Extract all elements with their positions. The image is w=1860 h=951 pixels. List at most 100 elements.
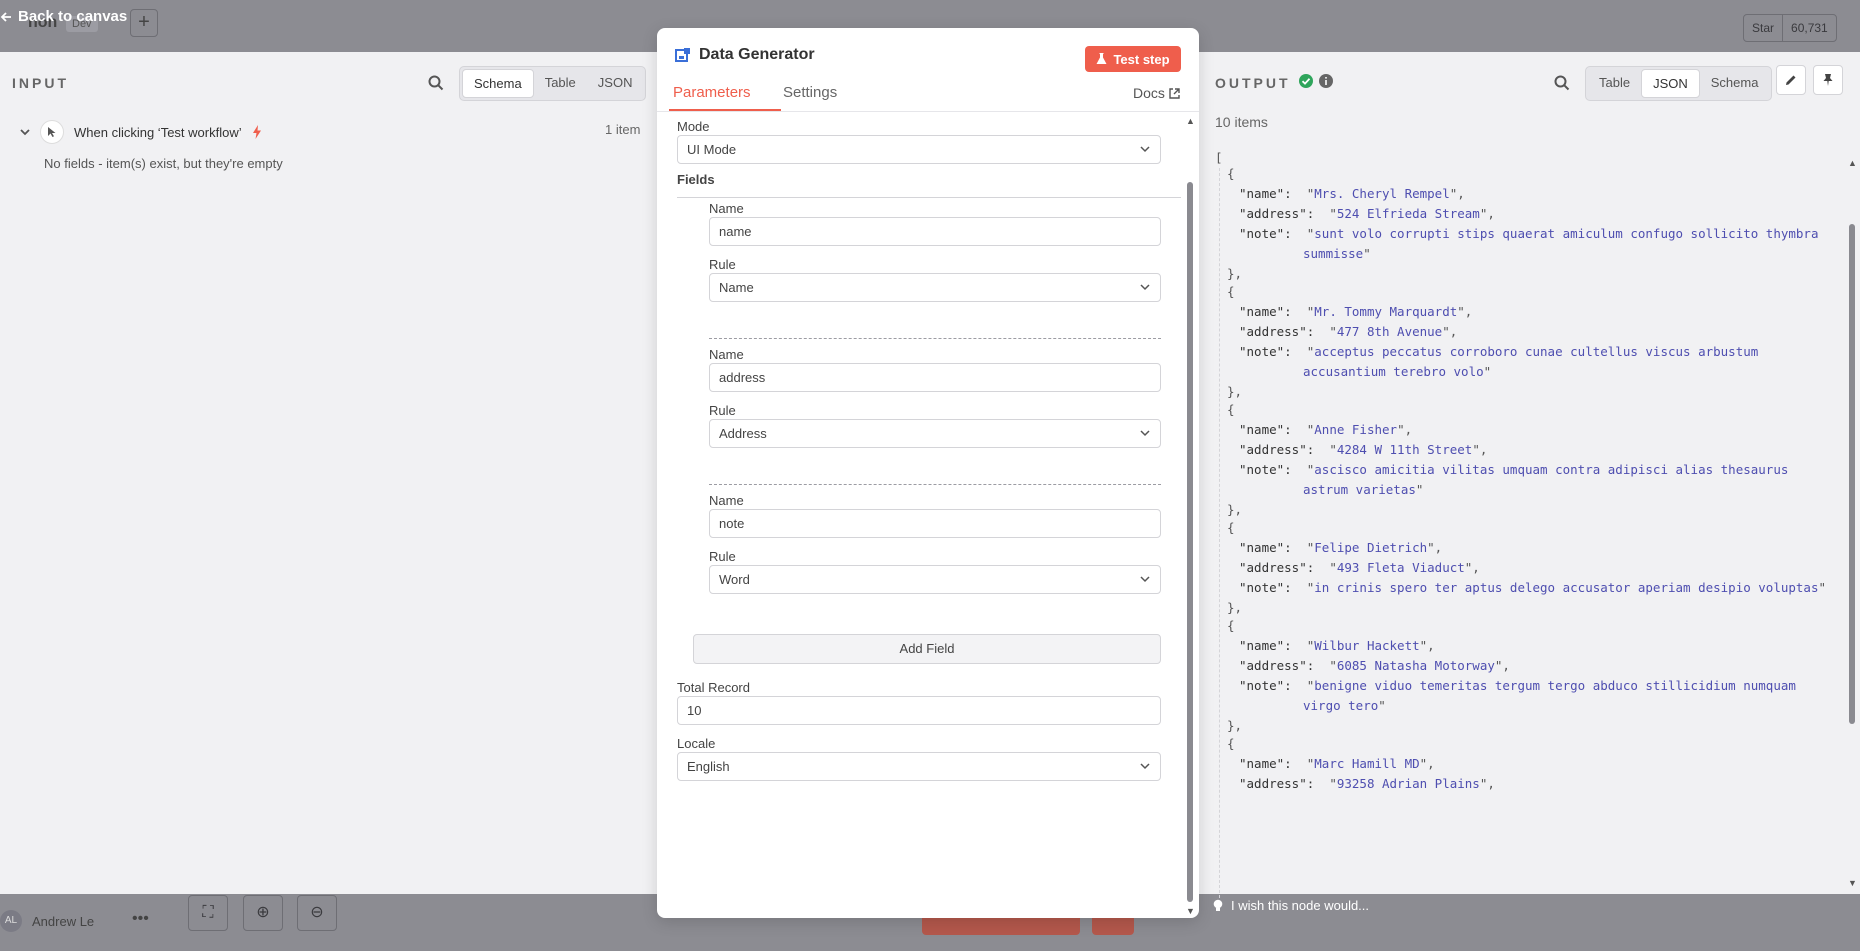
locale-value: English — [687, 759, 730, 774]
json-value: Mrs. Cheryl Rempel — [1314, 186, 1450, 201]
json-brace: { — [1227, 736, 1235, 751]
feedback-text: I wish this node would... — [1231, 898, 1370, 913]
json-row: "address": "493 Fleta Viaduct", — [1239, 560, 1480, 575]
field-separator — [709, 338, 1161, 339]
search-icon[interactable] — [427, 74, 445, 92]
json-brace: { — [1227, 284, 1235, 299]
node-parameters-modal: Data Generator Test step Parameters Sett… — [657, 28, 1199, 918]
fit-view-icon: ⛶ — [188, 895, 228, 931]
json-value: 477 8th Avenue — [1336, 324, 1443, 339]
json-row: "name": "Felipe Dietrich", — [1239, 540, 1443, 555]
json-value: Wilbur Hackett — [1314, 638, 1420, 653]
json-value: Felipe Dietrich — [1314, 540, 1428, 555]
json-value: astrum varietas — [1303, 482, 1416, 497]
json-brace: { — [1227, 166, 1235, 181]
params-scroll-down[interactable]: ▼ — [1186, 906, 1195, 916]
input-tab-json[interactable]: JSON — [587, 69, 644, 98]
json-brace: { — [1227, 618, 1235, 633]
params-scrollbar[interactable] — [1187, 182, 1193, 902]
json-value: 93258 Adrian Plains — [1336, 776, 1480, 791]
total-record-value: 10 — [687, 703, 702, 718]
field-name-input[interactable]: note — [709, 509, 1161, 538]
json-brace: { — [1227, 520, 1235, 535]
json-brace: }, — [1227, 266, 1243, 281]
json-row: "name": "Wilbur Hackett", — [1239, 638, 1435, 653]
input-tab-table[interactable]: Table — [534, 69, 587, 98]
add-field-button[interactable]: Add Field — [693, 634, 1161, 664]
json-value: benigne viduo temeritas tergum tergo abd… — [1314, 678, 1796, 693]
data-generator-icon — [675, 48, 690, 62]
output-tab-json[interactable]: JSON — [1641, 69, 1700, 98]
trigger-node-row[interactable]: When clicking ‘Test workflow’ — [20, 120, 262, 144]
info-icon[interactable] — [1319, 74, 1333, 88]
docs-link[interactable]: Docs — [1133, 85, 1180, 101]
chevron-down-icon — [1140, 576, 1150, 583]
json-value: 4284 W 11th Street — [1336, 442, 1473, 457]
field-rule-select[interactable]: Name — [709, 273, 1161, 302]
docs-label: Docs — [1133, 85, 1165, 101]
field-rule-value: Word — [719, 572, 750, 587]
json-value: 524 Elfrieda Stream — [1336, 206, 1480, 221]
json-value: virgo tero — [1303, 698, 1379, 713]
input-tab-schema[interactable]: Schema — [462, 69, 534, 98]
user-name: Andrew Le — [32, 913, 95, 929]
chevron-down-icon — [1140, 284, 1150, 291]
field-name-input[interactable]: name — [709, 217, 1161, 246]
flask-icon — [1096, 53, 1107, 64]
tab-settings[interactable]: Settings — [783, 84, 837, 101]
input-panel: INPUT Schema Table JSON When clicking ‘T… — [0, 52, 658, 894]
json-bracket: [ — [1215, 150, 1223, 165]
field-rule-select[interactable]: Word — [709, 565, 1161, 594]
mode-select[interactable]: UI Mode — [677, 135, 1161, 164]
json-row: "note": "benigne viduo temeritas tergum … — [1239, 678, 1796, 693]
output-title: OUTPUT — [1215, 75, 1291, 91]
active-tab-indicator — [669, 109, 781, 111]
pointer-icon — [40, 120, 64, 144]
json-brace: }, — [1227, 502, 1243, 517]
locale-select[interactable]: English — [677, 752, 1161, 781]
field-rule-label: Rule — [709, 257, 736, 272]
json-row: "name": "Anne Fisher", — [1239, 422, 1413, 437]
scroll-down-arrow[interactable]: ▼ — [1848, 878, 1857, 888]
json-row: "note": "in crinis spero ter aptus deleg… — [1239, 580, 1827, 595]
json-value: Anne Fisher — [1314, 422, 1398, 437]
output-tab-schema[interactable]: Schema — [1700, 69, 1770, 98]
feedback-link[interactable]: I wish this node would... — [1213, 898, 1369, 913]
json-row: "note": "sunt volo corrupti stips quaera… — [1239, 226, 1819, 241]
locale-label: Locale — [677, 736, 716, 751]
edit-output-button[interactable] — [1776, 65, 1806, 95]
output-scrollbar[interactable] — [1849, 224, 1855, 724]
params-scroll-up[interactable]: ▲ — [1186, 116, 1195, 126]
lightbulb-icon — [1213, 899, 1223, 911]
pencil-icon — [1786, 75, 1796, 85]
total-record-input[interactable]: 10 — [677, 696, 1161, 725]
field-name-input[interactable]: address — [709, 363, 1161, 392]
json-row: "name": "Marc Hamill MD", — [1239, 756, 1435, 771]
back-to-canvas-link[interactable]: Back to canvas — [0, 8, 127, 25]
chevron-down-icon[interactable] — [20, 127, 30, 137]
tab-parameters[interactable]: Parameters — [673, 84, 751, 101]
field-name-label: Name — [709, 201, 744, 216]
output-tab-table[interactable]: Table — [1588, 69, 1641, 98]
back-to-canvas-label: Back to canvas — [18, 8, 128, 25]
pin-output-button[interactable] — [1813, 65, 1843, 95]
test-step-button[interactable]: Test step — [1085, 46, 1181, 72]
field-name-value: note — [719, 516, 745, 531]
field-rule-value: Address — [719, 426, 767, 441]
chevron-down-icon — [1140, 763, 1150, 770]
parameters-body: Mode UI Mode Fields Name name Rule Name … — [657, 112, 1199, 918]
output-search-icon[interactable] — [1553, 74, 1571, 92]
modal-header: Data Generator Test step Parameters Sett… — [657, 28, 1199, 112]
field-rule-value: Name — [719, 280, 754, 295]
bolt-icon — [252, 125, 261, 139]
fields-label: Fields — [677, 172, 715, 187]
trigger-label: When clicking ‘Test workflow’ — [74, 124, 242, 140]
json-value: 6085 Natasha Motorway — [1336, 658, 1495, 673]
field-rule-select[interactable]: Address — [709, 419, 1161, 448]
json-brace: }, — [1227, 384, 1243, 399]
json-row: "note": "acceptus peccatus corroboro cun… — [1239, 344, 1759, 359]
json-row: "name": "Mrs. Cheryl Rempel", — [1239, 186, 1465, 201]
test-step-label: Test step — [1113, 51, 1170, 67]
scroll-up-arrow[interactable]: ▲ — [1848, 158, 1857, 168]
json-value: in crinis spero ter aptus delego accusat… — [1314, 580, 1819, 595]
